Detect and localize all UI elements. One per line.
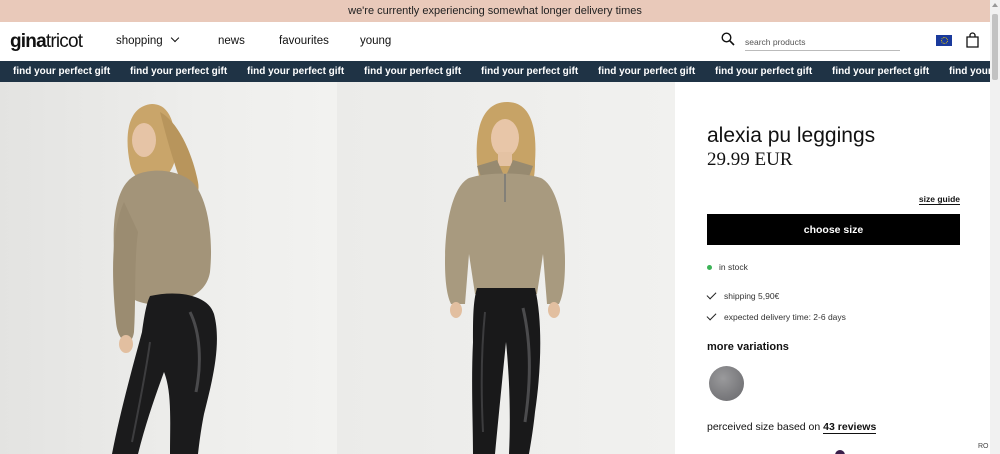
product-price: 29.99 EUR <box>707 149 793 170</box>
eu-flag-icon[interactable] <box>936 35 952 46</box>
marquee-item: find your perfect gift <box>832 66 930 77</box>
nav-shopping[interactable]: shopping <box>116 33 179 47</box>
nav-news-label: news <box>218 35 245 47</box>
checkmark-icon <box>706 310 717 320</box>
nav-young-label: young <box>360 35 392 47</box>
scrollbar-thumb[interactable] <box>992 14 998 80</box>
marquee-item: find your perfect gift <box>481 66 579 77</box>
perceived-size-line: perceived size based on 43 reviews <box>707 421 877 434</box>
variation-swatch-grey[interactable] <box>709 366 744 401</box>
marquee-item: find your perfect gift <box>130 66 228 77</box>
site-logo[interactable]: ginatricot <box>10 31 83 53</box>
size-guide-link[interactable]: size guide <box>918 194 960 205</box>
shopping-bag-icon[interactable] <box>966 32 979 48</box>
search-input[interactable] <box>745 33 900 51</box>
promo-marquee[interactable]: find your perfect gift find your perfect… <box>0 61 990 82</box>
stock-text: in stock <box>719 262 748 272</box>
choose-size-button[interactable]: choose size <box>707 214 960 245</box>
fit-indicator <box>835 450 845 454</box>
logo-regular-part: tricot <box>45 31 83 52</box>
shipping-text: shipping 5,90€ <box>724 291 780 301</box>
flag-stars <box>940 37 948 44</box>
product-title: alexia pu leggings <box>707 124 876 147</box>
delivery-text: expected delivery time: 2-6 days <box>724 312 846 322</box>
marquee-item: find your perfect gift <box>949 66 990 77</box>
chevron-down-icon <box>170 33 179 43</box>
more-variations-heading: more variations <box>707 341 789 353</box>
nav-news[interactable]: news <box>218 35 245 47</box>
marquee-item: find your perfect gift <box>598 66 696 77</box>
nav-favourites-label: favourites <box>279 35 329 47</box>
model-front-figure <box>445 102 565 454</box>
scroll-up-arrow-icon[interactable] <box>992 3 998 7</box>
stock-dot-icon <box>707 264 712 270</box>
delivery-info: expected delivery time: 2-6 days <box>706 310 846 322</box>
model-side-view-photo[interactable] <box>0 82 337 454</box>
shipping-info: shipping 5,90€ <box>706 289 780 301</box>
page-scrollbar[interactable] <box>990 0 1000 454</box>
announcement-bar: we're currently experiencing somewhat lo… <box>0 0 990 22</box>
marquee-item: find your perfect gift <box>364 66 462 77</box>
nav-shopping-label: shopping <box>116 35 163 47</box>
stock-status: in stock <box>707 262 748 272</box>
nav-favourites[interactable]: favourites <box>279 35 329 47</box>
product-info-panel: alexia pu leggings 29.99 EUR size guide … <box>675 82 990 454</box>
site-header: ginatricot shopping news favourites youn… <box>0 22 990 61</box>
model-side-figure <box>112 104 217 454</box>
checkmark-icon <box>706 289 717 299</box>
marquee-item: find your perfect gift <box>247 66 345 77</box>
announcement-text: we're currently experiencing somewhat lo… <box>348 5 642 17</box>
logo-bold-part: gina <box>10 31 47 52</box>
model-front-view-photo[interactable] <box>337 82 675 454</box>
marquee-item: find your perfect gift <box>715 66 813 77</box>
search-icon[interactable] <box>721 32 735 46</box>
nav-young[interactable]: young <box>360 35 391 47</box>
language-badge: RO <box>978 443 989 450</box>
marquee-item: find your perfect gift <box>13 66 111 77</box>
reviews-link[interactable]: 43 reviews <box>823 421 877 434</box>
perceived-size-label: perceived size based on <box>707 421 821 433</box>
